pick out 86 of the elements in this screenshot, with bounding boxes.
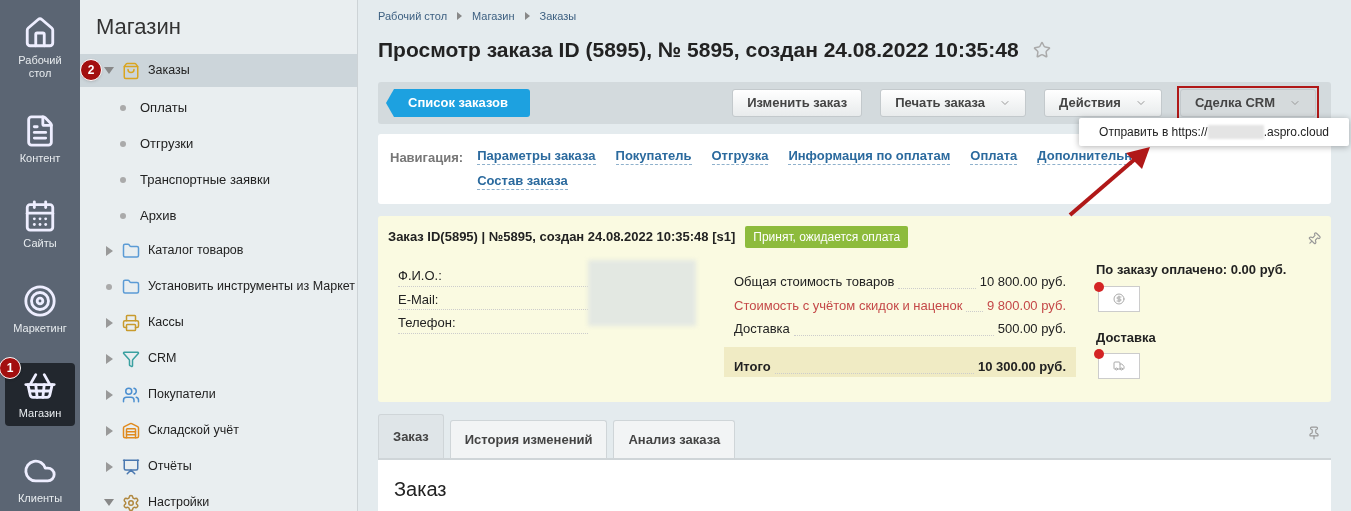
status-badge: Принят, ожидается оплата <box>745 226 909 248</box>
settings-icon <box>122 493 140 511</box>
menu-subitem[interactable]: Архив <box>80 198 357 234</box>
breadcrumb-link[interactable]: Магазин <box>472 7 515 25</box>
redacted-block <box>1207 125 1264 139</box>
order-heading: Заказ ID(5895) | №5895, создан 24.08.2022 10:35:48 [s1] <box>388 228 736 247</box>
collapse-arrow-icon[interactable] <box>105 461 113 472</box>
navigation-link[interactable]: Параметры заказа <box>477 148 596 165</box>
menu-title: Магазин <box>95 13 182 41</box>
menu-subitem[interactable]: Транспортные заявки <box>80 162 357 198</box>
delivery-status-box[interactable] <box>1098 353 1140 379</box>
bullet-icon <box>120 213 126 219</box>
chart-board-icon <box>122 457 140 476</box>
section-title: Заказ <box>394 478 447 500</box>
paid-label: По заказу оплачено: 0.00 руб. <box>1096 261 1287 279</box>
total-label: Итого <box>734 358 771 376</box>
navigation-label: Навигация: <box>390 149 464 167</box>
popup-text[interactable]: .aspro.cloud <box>1263 123 1329 141</box>
register-icon <box>122 313 140 332</box>
pin-icon[interactable] <box>1307 426 1321 440</box>
total-value: 10 300.00 руб. <box>977 358 1066 376</box>
total-value: 500.00 руб. <box>997 320 1066 338</box>
total-value: 9 800.00 руб. <box>987 296 1066 315</box>
side-nav-item[interactable]: Рабочий стол <box>5 10 75 86</box>
navigation-link[interactable]: Состав заказа <box>477 173 568 190</box>
house-icon <box>122 421 140 440</box>
tab[interactable]: История изменений <box>449 420 608 458</box>
calendar-icon <box>23 199 57 233</box>
total-value: 10 800.00 руб. <box>979 273 1066 291</box>
toolbar-button[interactable]: Сделка CRM <box>1179 89 1316 117</box>
folder-icon <box>122 277 140 296</box>
popup-text[interactable]: Отправить в https:// <box>1099 123 1208 141</box>
house-icon <box>23 16 57 50</box>
star-icon[interactable] <box>1032 41 1051 59</box>
menu-item[interactable]: Каталог товаров <box>80 234 357 267</box>
truck-icon <box>1113 360 1125 372</box>
navigation-link[interactable]: Отгрузка <box>711 148 769 165</box>
expand-arrow-icon[interactable] <box>104 499 114 506</box>
side-nav-item[interactable]: Контент <box>5 108 75 171</box>
bullet-icon <box>120 105 126 111</box>
collapse-arrow-icon[interactable] <box>105 353 113 364</box>
navigation-link[interactable]: Оплата <box>970 148 1018 165</box>
bullet-icon <box>106 283 112 290</box>
menu-subitem[interactable]: Оплаты <box>80 90 357 126</box>
total-label: Общая стоимость товаров <box>734 273 895 291</box>
side-nav-item[interactable]: Маркетинг <box>5 278 75 341</box>
breadcrumb-arrow-icon <box>457 12 463 20</box>
menu-item[interactable]: Настройки <box>80 486 357 511</box>
menu-item[interactable]: CRM <box>80 342 357 375</box>
toolbar-button[interactable]: Действия <box>1044 89 1162 117</box>
navigation-link[interactable]: Покупатель <box>615 148 692 165</box>
collapse-arrow-icon[interactable] <box>105 425 113 436</box>
breadcrumb-arrow-icon <box>524 12 530 20</box>
bullet-icon <box>120 141 126 147</box>
menu-item[interactable]: Отчёты <box>80 450 357 483</box>
side-nav-item[interactable]: Сайты <box>5 193 75 256</box>
target-icon <box>23 284 57 318</box>
tab[interactable]: Заказ <box>378 414 444 458</box>
menu-subitem[interactable]: Отгрузки <box>80 126 357 162</box>
page-title: Просмотр заказа ID (5895), № 5895, создан 24.08.2022 10:35:48 <box>378 37 1019 64</box>
tab[interactable]: Анализ заказа <box>613 420 736 458</box>
bag-icon <box>122 61 140 80</box>
funnel-icon <box>122 349 140 368</box>
step-badge: 1 <box>0 357 21 379</box>
collapse-arrow-icon[interactable] <box>105 389 113 400</box>
menu-item[interactable]: Покупатели <box>80 378 357 411</box>
delivery-label: Доставка <box>1096 328 1157 347</box>
menu-item[interactable]: Кассы <box>80 306 357 339</box>
payment-status-box[interactable] <box>1098 285 1140 312</box>
breadcrumb-link[interactable]: Заказы <box>539 7 577 25</box>
menu-item[interactable]: Установить инструменты из Маркет <box>80 270 357 303</box>
coin-icon <box>1113 292 1125 305</box>
bullet-icon <box>120 177 126 183</box>
folder-icon <box>122 241 140 260</box>
expand-arrow-icon[interactable] <box>104 67 114 74</box>
collapse-arrow-icon[interactable] <box>105 317 113 328</box>
breadcrumb-link[interactable]: Рабочий стол <box>378 7 448 25</box>
navigation-link[interactable]: Информация по оплатам <box>788 148 951 165</box>
toolbar-button[interactable]: Печать заказа <box>880 89 1027 117</box>
total-label: Доставка <box>734 320 790 338</box>
toolbar-button[interactable]: Изменить заказ <box>732 89 863 117</box>
total-label: Стоимость с учётом скидок и наценок <box>734 296 963 315</box>
menu-item[interactable]: Складской учёт <box>80 414 357 447</box>
users-icon <box>122 385 140 404</box>
collapse-arrow-icon[interactable] <box>105 245 113 256</box>
side-nav-item[interactable]: Клиенты <box>5 448 75 511</box>
